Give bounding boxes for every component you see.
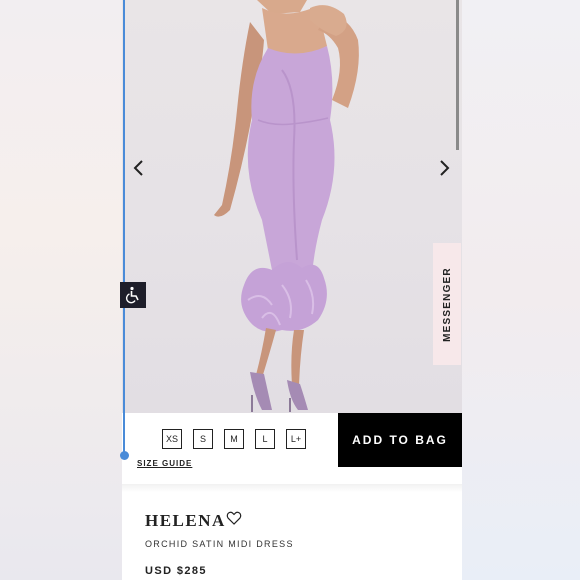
chevron-left-icon [133, 160, 143, 176]
scrollbar[interactable] [456, 0, 459, 150]
heart-outline-icon [226, 511, 242, 525]
section-divider [122, 484, 462, 492]
product-page: MESSENGER XS S M L L+ ADD TO BAG SIZE GU… [122, 0, 462, 580]
size-guide-link[interactable]: SIZE GUIDE [137, 459, 192, 468]
accessibility-guide-line [123, 0, 125, 456]
product-subtitle: ORCHID SATIN MIDI DRESS [145, 539, 294, 549]
size-selector-row: XS S M L L+ ADD TO BAG SIZE GUIDE [122, 413, 462, 468]
wheelchair-icon [125, 286, 139, 304]
carousel-prev-button[interactable] [129, 158, 149, 178]
size-options: XS S M L L+ [162, 429, 306, 449]
product-name: HELENA [145, 511, 226, 530]
product-price: USD $285 [145, 565, 207, 577]
messenger-label: MESSENGER [441, 266, 453, 342]
size-option-s[interactable]: S [193, 429, 213, 449]
background-left [0, 0, 122, 580]
size-option-l-plus[interactable]: L+ [286, 429, 306, 449]
accessibility-guide-handle[interactable] [120, 451, 129, 460]
messenger-tab[interactable]: MESSENGER [433, 243, 461, 365]
favorite-button[interactable] [226, 510, 242, 526]
model-illustration [214, 0, 359, 412]
background-right [462, 0, 580, 580]
chevron-right-icon [440, 160, 450, 176]
add-to-bag-button[interactable]: ADD TO BAG [338, 413, 462, 467]
product-photo[interactable]: MESSENGER [122, 0, 462, 413]
accessibility-button[interactable] [120, 282, 146, 308]
size-option-l[interactable]: L [255, 429, 275, 449]
carousel-next-button[interactable] [434, 158, 454, 178]
size-option-xs[interactable]: XS [162, 429, 182, 449]
size-option-m[interactable]: M [224, 429, 244, 449]
